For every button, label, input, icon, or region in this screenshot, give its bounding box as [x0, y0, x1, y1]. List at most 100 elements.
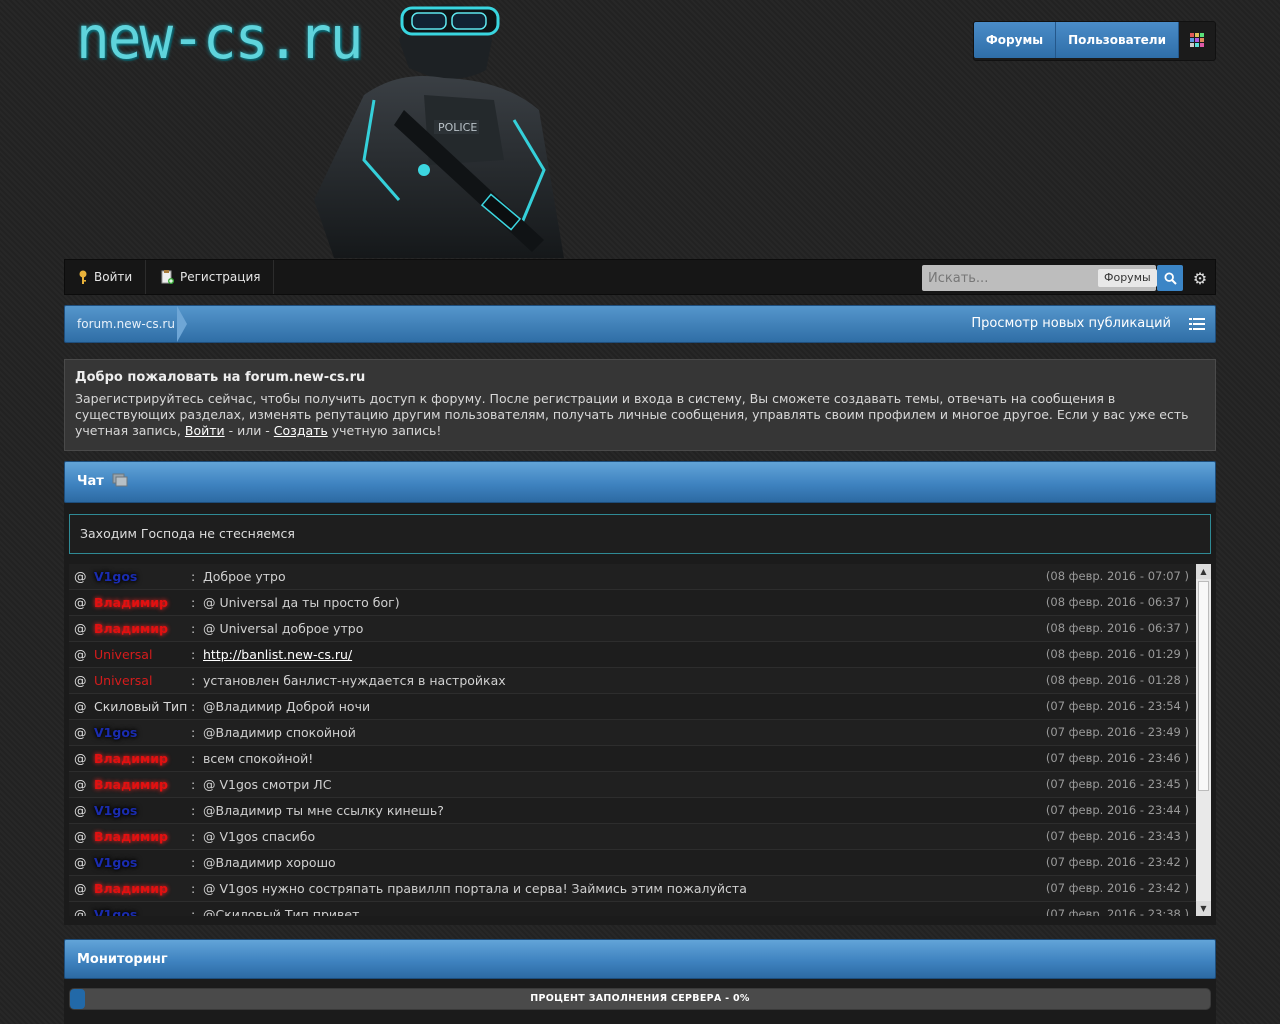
mention-button[interactable]: @: [74, 564, 87, 589]
chat-separator: :: [191, 595, 196, 610]
chat-timestamp: (07 февр. 2016 - 23:46 ): [1045, 751, 1189, 765]
chat-username[interactable]: Владимир: [94, 876, 194, 901]
notice-text-end: учетную запись!: [327, 423, 442, 438]
chat-separator: :: [191, 829, 196, 844]
mention-button[interactable]: @: [74, 824, 87, 849]
chat-username[interactable]: Владимир: [94, 590, 194, 615]
scroll-down-arrow-icon[interactable]: ▼: [1196, 901, 1211, 916]
chat-timestamp: (07 февр. 2016 - 23:45 ): [1045, 777, 1189, 791]
login-button[interactable]: Войти: [65, 260, 147, 294]
chat-message-link[interactable]: http://banlist.new-cs.ru/: [203, 642, 352, 667]
mention-button[interactable]: @: [74, 694, 87, 719]
chat-separator: :: [191, 647, 196, 662]
chat-header: Чат: [64, 461, 1216, 503]
chat-message: @ Владимир: @ Universal доброе утро (08 фев…: [69, 616, 1196, 642]
breadcrumb-home-link[interactable]: forum.new-cs.ru: [77, 306, 175, 342]
chat-message-text: установлен банлист-нуждается в настройка…: [203, 673, 506, 688]
chat-message: @ V1gos: @Владимир ты мне ссылку кинешь? (0…: [69, 798, 1196, 824]
chat-timestamp: (07 февр. 2016 - 23:54 ): [1045, 699, 1189, 713]
chat-username[interactable]: V1gos: [94, 902, 194, 916]
list-icon[interactable]: [1189, 317, 1205, 331]
mention-button[interactable]: @: [74, 616, 87, 641]
color-palette-icon: [1190, 33, 1204, 47]
mention-button[interactable]: @: [74, 876, 87, 901]
search-button[interactable]: [1157, 265, 1183, 291]
chat-username[interactable]: Владимир: [94, 824, 194, 849]
mention-button[interactable]: @: [74, 720, 87, 745]
mention-button[interactable]: @: [74, 850, 87, 875]
chat-message: @ V1gos: @Владимир спокойной (07 февр. 2016…: [69, 720, 1196, 746]
chat-timestamp: (07 февр. 2016 - 23:42 ): [1045, 855, 1189, 869]
chat-username[interactable]: V1gos: [94, 564, 194, 589]
chat-message-list: @ V1gos: Доброе утро (08 февр. 2016 - 07:07…: [69, 564, 1196, 916]
chat-message-text: Доброе утро: [203, 569, 286, 584]
chat-timestamp: (08 февр. 2016 - 01:28 ): [1045, 673, 1189, 687]
breadcrumb: forum.new-cs.ru Просмотр новых публикаци…: [64, 305, 1216, 343]
chat-message-text: @Владимир ты мне ссылку кинешь?: [203, 803, 444, 818]
chat-username[interactable]: Universal: [94, 668, 194, 693]
monitoring-title: Мониторинг: [77, 952, 168, 967]
mention-button[interactable]: @: [74, 902, 87, 916]
chat-username[interactable]: V1gos: [94, 720, 194, 745]
notice-create-link[interactable]: Создать: [274, 423, 328, 438]
gear-icon: ⚙: [1192, 268, 1208, 288]
chat-separator: :: [191, 621, 196, 636]
chat-separator: :: [191, 907, 196, 916]
mention-button[interactable]: @: [74, 798, 87, 823]
chat-message: @ Universal: установлен банлист-нуждается …: [69, 668, 1196, 694]
chat-timestamp: (07 февр. 2016 - 23:38 ): [1045, 907, 1189, 916]
mention-button[interactable]: @: [74, 590, 87, 615]
chat-separator: :: [191, 699, 196, 714]
chat-message: @ Владимир: @ V1gos смотри ЛС (07 февр. 201…: [69, 772, 1196, 798]
chat-message: @ V1gos: @Скиловый Тип привет (07 февр. 201…: [69, 902, 1196, 916]
server-fill-progress-bar: ПРОЦЕНТ ЗАПОЛНЕНИЯ СЕРВЕРА - 0%: [69, 988, 1211, 1010]
chat-username[interactable]: Владимир: [94, 772, 194, 797]
chat-message: @ Владимир: @ V1gos нужно состряпать прави…: [69, 876, 1196, 902]
scroll-up-arrow-icon[interactable]: ▲: [1196, 564, 1211, 579]
chat-title-text: Чат: [77, 474, 104, 489]
nav-tab-members[interactable]: Пользователи: [1056, 22, 1179, 58]
chat-message-text: @ V1gos смотри ЛС: [203, 777, 332, 792]
chat-scrollbar[interactable]: ▲ ▼: [1196, 564, 1211, 916]
popout-window-icon[interactable]: [112, 473, 128, 487]
mention-button[interactable]: @: [74, 746, 87, 771]
chat-username[interactable]: V1gos: [94, 798, 194, 823]
notice-login-link[interactable]: Войти: [185, 423, 225, 438]
chat-message: @ Владимир: всем спокойной! (07 февр. 2016 …: [69, 746, 1196, 772]
new-posts-link[interactable]: Просмотр новых публикаций: [971, 306, 1171, 342]
chat-separator: :: [191, 881, 196, 896]
monitoring-header: Мониторинг: [64, 939, 1216, 979]
chat-username[interactable]: V1gos: [94, 850, 194, 875]
svg-text:POLICE: POLICE: [438, 121, 477, 134]
chat-username[interactable]: Universal: [94, 642, 194, 667]
mention-button[interactable]: @: [74, 668, 87, 693]
notice-title: Добро пожаловать на forum.new-cs.ru: [75, 370, 366, 385]
style-switcher-button[interactable]: [1179, 22, 1215, 58]
chat-message-text: @Владимир Доброй ночи: [203, 699, 371, 714]
chat-message-text: всем спокойной!: [203, 751, 314, 766]
nav-tab-forums[interactable]: Форумы: [973, 22, 1057, 58]
search-input[interactable]: [922, 265, 1092, 291]
key-icon: [79, 270, 87, 284]
chat-username[interactable]: Владимир: [94, 616, 194, 641]
search-icon: [1163, 271, 1177, 285]
chat-separator: :: [191, 855, 196, 870]
search-scope-selector[interactable]: Форумы: [1098, 269, 1157, 287]
scrollbar-thumb[interactable]: [1198, 581, 1209, 791]
chat-message-input[interactable]: Заходим Господа не стесняемся: [69, 514, 1211, 554]
mention-button[interactable]: @: [74, 642, 87, 667]
chat-username[interactable]: Владимир: [94, 746, 194, 771]
chat-message-text: @ V1gos нужно состряпать правиллп портал…: [203, 881, 747, 896]
chat-message-text: @Скиловый Тип привет: [203, 907, 360, 916]
chat-message-text: @Владимир спокойной: [203, 725, 356, 740]
chat-separator: :: [191, 803, 196, 818]
top-navigation: Форумы Пользователи: [972, 21, 1216, 61]
chat-username[interactable]: Скиловый Тип: [94, 694, 194, 719]
chat-timestamp: (07 февр. 2016 - 23:44 ): [1045, 803, 1189, 817]
mention-button[interactable]: @: [74, 772, 87, 797]
chat-timestamp: (07 февр. 2016 - 23:43 ): [1045, 829, 1189, 843]
register-button[interactable]: Регистрация: [148, 260, 275, 294]
progress-label: ПРОЦЕНТ ЗАПОЛНЕНИЯ СЕРВЕРА - 0%: [530, 993, 750, 1004]
advanced-search-button[interactable]: ⚙: [1187, 265, 1213, 291]
monitoring-panel: ПРОЦЕНТ ЗАПОЛНЕНИЯ СЕРВЕРА - 0%: [64, 979, 1216, 1024]
